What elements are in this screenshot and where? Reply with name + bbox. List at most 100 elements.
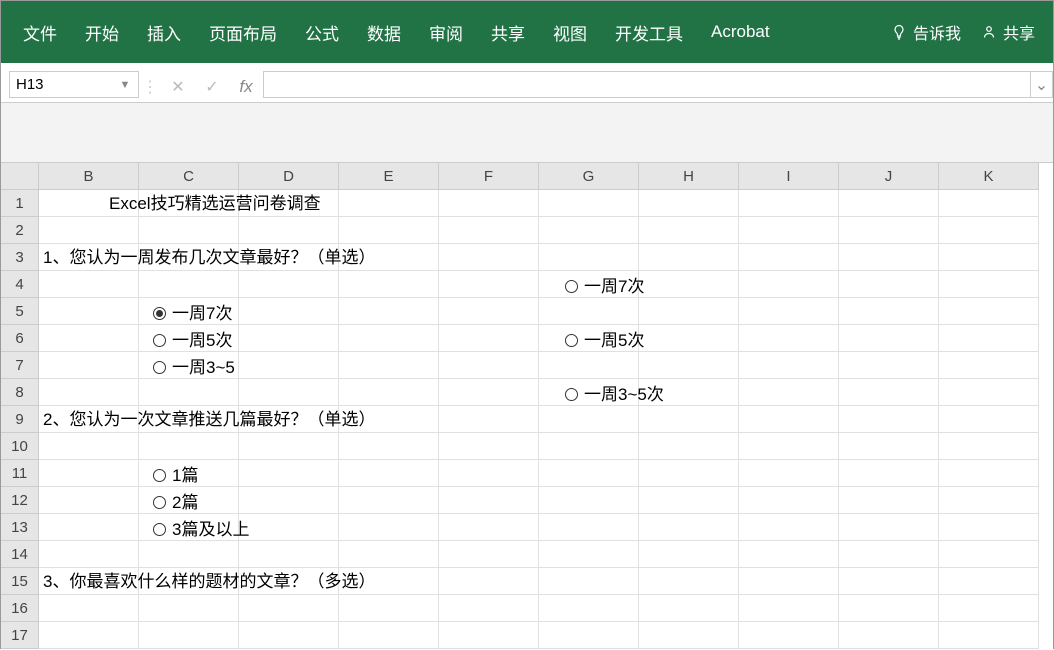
- tab-share[interactable]: 共享: [477, 1, 539, 63]
- row-header-11[interactable]: 11: [1, 460, 39, 487]
- cell-J3[interactable]: [839, 244, 939, 271]
- tab-developer[interactable]: 开发工具: [601, 1, 697, 63]
- cell-K6[interactable]: [939, 325, 1039, 352]
- row-header-4[interactable]: 4: [1, 271, 39, 298]
- tab-data[interactable]: 数据: [353, 1, 415, 63]
- row-header-7[interactable]: 7: [1, 352, 39, 379]
- cell-F4[interactable]: [439, 271, 539, 298]
- insert-function-button[interactable]: fx: [229, 71, 263, 102]
- cell-E4[interactable]: [339, 271, 439, 298]
- cell-K17[interactable]: [939, 622, 1039, 649]
- row-header-15[interactable]: 15: [1, 568, 39, 595]
- cell-G11[interactable]: [539, 460, 639, 487]
- cell-J10[interactable]: [839, 433, 939, 460]
- row-header-9[interactable]: 9: [1, 406, 39, 433]
- cell-E8[interactable]: [339, 379, 439, 406]
- cell-B6[interactable]: [39, 325, 139, 352]
- cell-G2[interactable]: [539, 217, 639, 244]
- cell-G3[interactable]: [539, 244, 639, 271]
- cell-I14[interactable]: [739, 541, 839, 568]
- col-header-J[interactable]: J: [839, 163, 939, 190]
- cell-B12[interactable]: [39, 487, 139, 514]
- cell-H11[interactable]: [639, 460, 739, 487]
- row-header-12[interactable]: 12: [1, 487, 39, 514]
- cell-G13[interactable]: [539, 514, 639, 541]
- cell-I1[interactable]: [739, 190, 839, 217]
- cell-K4[interactable]: [939, 271, 1039, 298]
- cell-K9[interactable]: [939, 406, 1039, 433]
- cell-B10[interactable]: [39, 433, 139, 460]
- cell-B15[interactable]: 3、你最喜欢什么样的题材的文章？（多选）: [39, 568, 139, 595]
- cell-G12[interactable]: [539, 487, 639, 514]
- cell-G10[interactable]: [539, 433, 639, 460]
- cell-H4[interactable]: [639, 271, 739, 298]
- cell-D16[interactable]: [239, 595, 339, 622]
- cell-F6[interactable]: [439, 325, 539, 352]
- cell-K2[interactable]: [939, 217, 1039, 244]
- cell-G17[interactable]: [539, 622, 639, 649]
- tab-file[interactable]: 文件: [9, 1, 71, 63]
- col-header-B[interactable]: B: [39, 163, 139, 190]
- cell-I7[interactable]: [739, 352, 839, 379]
- cell-H17[interactable]: [639, 622, 739, 649]
- cell-E17[interactable]: [339, 622, 439, 649]
- cell-B14[interactable]: [39, 541, 139, 568]
- cell-F2[interactable]: [439, 217, 539, 244]
- cell-G14[interactable]: [539, 541, 639, 568]
- row-header-14[interactable]: 14: [1, 541, 39, 568]
- cell-D8[interactable]: [239, 379, 339, 406]
- cell-F1[interactable]: [439, 190, 539, 217]
- cell-G4[interactable]: 一周7次: [539, 271, 639, 298]
- cell-I6[interactable]: [739, 325, 839, 352]
- col-header-C[interactable]: C: [139, 163, 239, 190]
- cell-K15[interactable]: [939, 568, 1039, 595]
- row-header-17[interactable]: 17: [1, 622, 39, 649]
- cell-E1[interactable]: [339, 190, 439, 217]
- cell-B11[interactable]: [39, 460, 139, 487]
- cell-D10[interactable]: [239, 433, 339, 460]
- cell-J9[interactable]: [839, 406, 939, 433]
- tab-review[interactable]: 审阅: [415, 1, 477, 63]
- cell-C8[interactable]: [139, 379, 239, 406]
- cell-I11[interactable]: [739, 460, 839, 487]
- cell-I2[interactable]: [739, 217, 839, 244]
- cell-E14[interactable]: [339, 541, 439, 568]
- row-header-8[interactable]: 8: [1, 379, 39, 406]
- cell-G1[interactable]: [539, 190, 639, 217]
- cell-C7[interactable]: 一周3~5: [139, 352, 239, 379]
- cell-D7[interactable]: [239, 352, 339, 379]
- cell-F3[interactable]: [439, 244, 539, 271]
- cell-E13[interactable]: [339, 514, 439, 541]
- cell-H2[interactable]: [639, 217, 739, 244]
- cell-B13[interactable]: [39, 514, 139, 541]
- radio-option[interactable]: 一周5次: [565, 327, 644, 354]
- cell-J8[interactable]: [839, 379, 939, 406]
- cell-C5[interactable]: 一周7次: [139, 298, 239, 325]
- cell-B2[interactable]: [39, 217, 139, 244]
- cell-I12[interactable]: [739, 487, 839, 514]
- cell-K3[interactable]: [939, 244, 1039, 271]
- cell-H15[interactable]: [639, 568, 739, 595]
- tab-acrobat[interactable]: Acrobat: [697, 1, 784, 63]
- cell-H5[interactable]: [639, 298, 739, 325]
- cell-D11[interactable]: [239, 460, 339, 487]
- cell-D14[interactable]: [239, 541, 339, 568]
- row-header-1[interactable]: 1: [1, 190, 39, 217]
- cell-I3[interactable]: [739, 244, 839, 271]
- cell-F10[interactable]: [439, 433, 539, 460]
- cell-F15[interactable]: [439, 568, 539, 595]
- cell-J5[interactable]: [839, 298, 939, 325]
- col-header-F[interactable]: F: [439, 163, 539, 190]
- cell-J14[interactable]: [839, 541, 939, 568]
- cell-C12[interactable]: 2篇: [139, 487, 239, 514]
- cell-K12[interactable]: [939, 487, 1039, 514]
- cell-D13[interactable]: [239, 514, 339, 541]
- cell-F16[interactable]: [439, 595, 539, 622]
- cell-B17[interactable]: [39, 622, 139, 649]
- cell-B1[interactable]: Excel技巧精选运营问卷调查: [39, 190, 139, 217]
- cell-J13[interactable]: [839, 514, 939, 541]
- cell-B9[interactable]: 2、您认为一次文章推送几篇最好？（单选）: [39, 406, 139, 433]
- col-header-G[interactable]: G: [539, 163, 639, 190]
- cell-F7[interactable]: [439, 352, 539, 379]
- cell-G7[interactable]: [539, 352, 639, 379]
